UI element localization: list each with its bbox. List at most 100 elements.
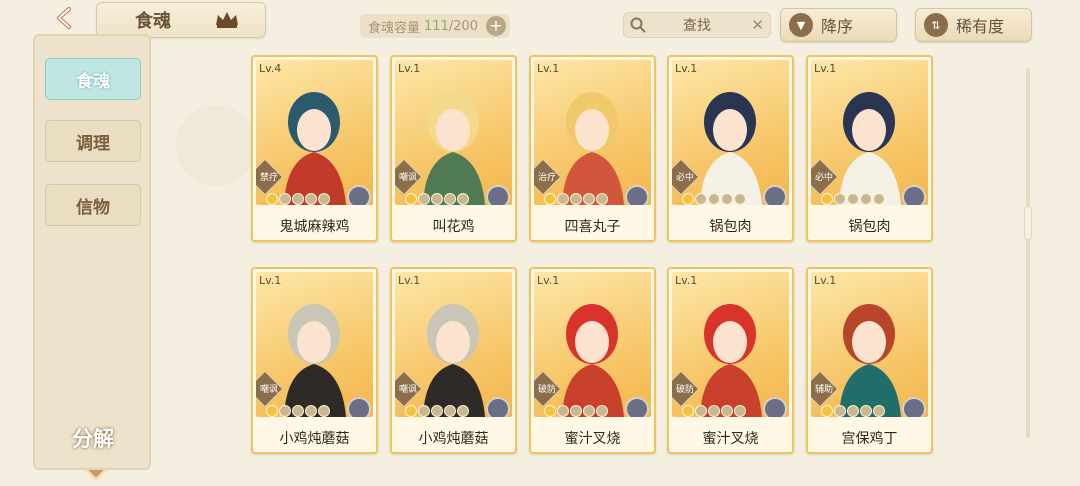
character-face bbox=[575, 321, 609, 363]
role-label: 治疗 bbox=[537, 173, 556, 183]
role-label: 破防 bbox=[537, 385, 556, 395]
food-soul-card[interactable]: Lv.4 禁疗 鬼城麻辣鸡 bbox=[251, 55, 378, 242]
search-input[interactable]: 查找 ✕ bbox=[623, 12, 771, 38]
star-icon bbox=[266, 405, 278, 417]
star-icon bbox=[544, 193, 556, 205]
back-button[interactable] bbox=[48, 4, 84, 32]
capacity-max: /200 bbox=[448, 18, 479, 34]
character-portrait: Lv.1 治疗 bbox=[534, 60, 651, 205]
star-icon bbox=[695, 405, 707, 417]
star-icon bbox=[570, 405, 582, 417]
card-level: Lv.1 bbox=[398, 274, 421, 287]
star-icon bbox=[570, 193, 582, 205]
card-name: 宫保鸡丁 bbox=[841, 431, 898, 447]
chevron-down-icon: ▼ bbox=[789, 13, 813, 37]
character-face bbox=[436, 109, 470, 151]
star-icon bbox=[292, 405, 304, 417]
star-icon bbox=[721, 193, 733, 205]
scrollbar-track[interactable] bbox=[1026, 68, 1030, 438]
tab-food-souls[interactable]: 食魂 bbox=[45, 58, 141, 100]
star-icon bbox=[596, 193, 608, 205]
star-icon bbox=[821, 193, 833, 205]
tab-label: 食魂 bbox=[76, 71, 110, 92]
character-portrait: Lv.4 禁疗 bbox=[256, 60, 373, 205]
page-title-text: 食魂 bbox=[135, 11, 171, 32]
star-icon bbox=[847, 405, 859, 417]
card-level: Lv.1 bbox=[675, 62, 698, 75]
star-icon bbox=[431, 193, 443, 205]
star-icon bbox=[860, 405, 872, 417]
role-label: 禁疗 bbox=[259, 173, 278, 183]
element-icon bbox=[625, 185, 649, 205]
sort-rarity-button[interactable]: ⇅ 稀有度 bbox=[915, 8, 1032, 42]
sort-rarity-label: 稀有度 bbox=[956, 17, 1005, 36]
card-level: Lv.1 bbox=[814, 62, 837, 75]
food-soul-card[interactable]: Lv.1 必中 锅包肉 bbox=[806, 55, 933, 242]
element-icon bbox=[902, 185, 926, 205]
character-face bbox=[852, 321, 886, 363]
star-icon bbox=[721, 405, 733, 417]
star-rating bbox=[682, 193, 746, 205]
food-soul-card[interactable]: Lv.1 嘲讽 小鸡炖蘑菇 bbox=[251, 267, 378, 454]
star-icon bbox=[557, 193, 569, 205]
card-name: 蜜汁叉烧 bbox=[564, 431, 621, 447]
star-icon bbox=[444, 193, 456, 205]
crown-icon[interactable] bbox=[214, 9, 240, 29]
capacity-add-button[interactable]: + bbox=[486, 16, 506, 36]
star-icon bbox=[457, 405, 469, 417]
food-soul-card[interactable]: Lv.1 治疗 四喜丸子 bbox=[529, 55, 656, 242]
clear-icon[interactable]: ✕ bbox=[751, 16, 764, 34]
character-face bbox=[575, 109, 609, 151]
tab-conditioning[interactable]: 调理 bbox=[45, 120, 141, 162]
character-portrait: Lv.1 辅助 bbox=[811, 272, 928, 417]
food-soul-card[interactable]: Lv.1 辅助 宫保鸡丁 bbox=[806, 267, 933, 454]
element-icon bbox=[625, 397, 649, 417]
star-icon bbox=[596, 405, 608, 417]
capacity-label: 食魂容量 bbox=[368, 20, 421, 36]
star-rating bbox=[821, 405, 885, 417]
role-label: 必中 bbox=[814, 173, 833, 183]
food-soul-card[interactable]: Lv.1 必中 锅包肉 bbox=[667, 55, 794, 242]
star-icon bbox=[834, 405, 846, 417]
scrollbar-thumb[interactable] bbox=[1024, 206, 1032, 240]
food-soul-card[interactable]: Lv.1 嘲讽 叫花鸡 bbox=[390, 55, 517, 242]
star-icon bbox=[544, 405, 556, 417]
star-rating bbox=[544, 193, 608, 205]
tab-label: 调理 bbox=[76, 133, 110, 154]
star-icon bbox=[682, 193, 694, 205]
role-label: 破防 bbox=[675, 385, 694, 395]
star-rating bbox=[266, 405, 330, 417]
sort-order-button[interactable]: ▼ 降序 bbox=[780, 8, 897, 42]
star-icon bbox=[821, 405, 833, 417]
tab-label: 信物 bbox=[76, 197, 110, 218]
element-icon bbox=[347, 397, 371, 417]
character-face bbox=[436, 321, 470, 363]
tab-tokens[interactable]: 信物 bbox=[45, 184, 141, 226]
star-icon bbox=[583, 405, 595, 417]
card-name: 小鸡炖蘑菇 bbox=[418, 431, 489, 447]
food-soul-card[interactable]: Lv.1 破防 蜜汁叉烧 bbox=[667, 267, 794, 454]
star-icon bbox=[305, 405, 317, 417]
card-name: 叫花鸡 bbox=[432, 219, 475, 235]
role-label: 嘲讽 bbox=[398, 173, 417, 183]
star-icon bbox=[431, 405, 443, 417]
decompose-button[interactable]: 分解 bbox=[57, 406, 129, 470]
character-portrait: Lv.1 嘲讽 bbox=[256, 272, 373, 417]
character-portrait: Lv.1 必中 bbox=[672, 60, 789, 205]
character-portrait: Lv.1 嘲讽 bbox=[395, 60, 512, 205]
star-icon bbox=[847, 193, 859, 205]
character-face bbox=[713, 109, 747, 151]
star-icon bbox=[279, 405, 291, 417]
card-level: Lv.1 bbox=[537, 274, 560, 287]
food-soul-card[interactable]: Lv.1 破防 蜜汁叉烧 bbox=[529, 267, 656, 454]
role-label: 必中 bbox=[675, 173, 694, 183]
star-rating bbox=[821, 193, 885, 205]
star-icon bbox=[305, 193, 317, 205]
star-icon bbox=[708, 405, 720, 417]
sidebar: 食魂 调理 信物 分解 bbox=[33, 34, 151, 470]
food-soul-card[interactable]: Lv.1 嘲讽 小鸡炖蘑菇 bbox=[390, 267, 517, 454]
element-icon bbox=[902, 397, 926, 417]
character-portrait: Lv.1 破防 bbox=[672, 272, 789, 417]
star-icon bbox=[860, 193, 872, 205]
star-rating bbox=[544, 405, 608, 417]
